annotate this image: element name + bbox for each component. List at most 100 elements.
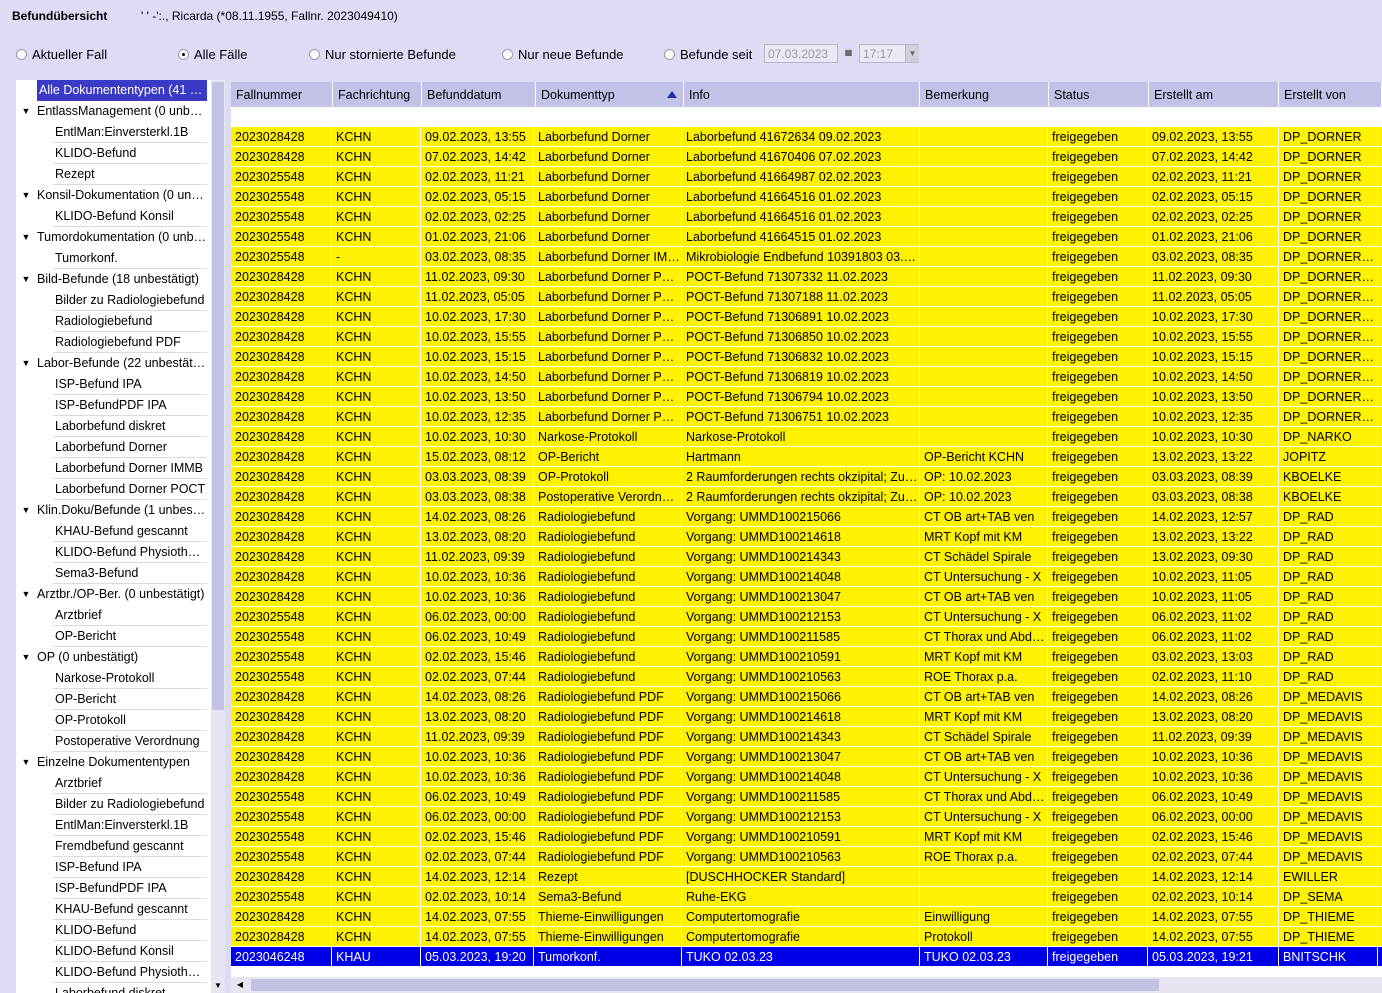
table-row[interactable]: 2023028428 KCHN 10.02.2023, 10:36 Radiologi… bbox=[231, 767, 1382, 787]
table-row[interactable]: 2023025548-03.02.2023, 08:35 Laborbefund … bbox=[231, 247, 1382, 267]
table-row[interactable]: 2023028428 KCHN 15.02.2023, 08:12 OP-Berich… bbox=[231, 447, 1382, 467]
table-row[interactable]: 2023028428 KCHN 10.02.2023, 10:30 Narkose-P… bbox=[231, 427, 1382, 447]
table-row[interactable]: 2023025548 KCHN 02.02.2023, 15:46 Radiologi… bbox=[231, 827, 1382, 847]
tree-item[interactable]: Bilder zu Radiologiebefund bbox=[53, 290, 207, 311]
table-row[interactable]: 2023028428 KCHN 10.02.2023, 10:36 Radiologi… bbox=[231, 587, 1382, 607]
tree-item[interactable]: OP-Bericht bbox=[53, 626, 207, 647]
tree-expand-icon[interactable]: ▼ bbox=[20, 227, 32, 248]
table-row[interactable]: 2023025548 KCHN 06.02.2023, 00:00 Radiologi… bbox=[231, 807, 1382, 827]
tree-expand-icon[interactable]: ▼ bbox=[20, 185, 32, 206]
table-row[interactable]: 2023025548 KCHN 02.02.2023, 07:44 Radiologi… bbox=[231, 667, 1382, 687]
tree-item[interactable]: Arztbrief bbox=[53, 773, 207, 794]
scrollbar-thumb[interactable] bbox=[251, 979, 1159, 991]
table-row[interactable]: 2023028428 KCHN 11.02.2023, 09:39 Radiologi… bbox=[231, 547, 1382, 567]
tree-expand-icon[interactable]: ▼ bbox=[20, 101, 32, 122]
tree-item[interactable]: Postoperative Verordnung bbox=[53, 731, 207, 752]
tree-group-item[interactable]: Bild-Befunde (18 unbestätigt) bbox=[37, 269, 207, 290]
tree-item[interactable]: EntlMan:Einversterkl.1B bbox=[53, 122, 207, 143]
tree-group-item[interactable]: Alle Dokumententypen (41 unbestätigt) bbox=[37, 80, 207, 101]
tree-item[interactable]: ISP-Befund IPA bbox=[53, 857, 207, 878]
column-header[interactable]: Dokumenttyp bbox=[536, 82, 684, 107]
column-header[interactable]: Bemerkung bbox=[920, 82, 1049, 107]
tree-item[interactable]: Laborbefund Dorner IMMB bbox=[53, 458, 207, 479]
table-row[interactable]: 2023025548 KCHN 06.02.2023, 00:00 Radiologi… bbox=[231, 607, 1382, 627]
tree-item[interactable]: ISP-BefundPDF IPA bbox=[53, 878, 207, 899]
tree-item[interactable]: Laborbefund Dorner bbox=[53, 437, 207, 458]
radio-since-date[interactable]: Befunde seit bbox=[664, 47, 752, 62]
table-row[interactable]: 2023025548 KCHN 02.02.2023, 11:21 Laborbefu… bbox=[231, 167, 1382, 187]
grid-filter-row[interactable] bbox=[231, 107, 1382, 128]
tree-item[interactable]: OP-Bericht bbox=[53, 689, 207, 710]
tree-expand-icon[interactable]: ▼ bbox=[20, 752, 32, 773]
tree-expand-icon[interactable]: ▼ bbox=[20, 353, 32, 374]
tree-item[interactable]: KHAU-Befund gescannt bbox=[53, 521, 207, 542]
calendar-icon[interactable]: ▦ bbox=[841, 45, 856, 61]
tree-group-item[interactable]: Labor-Befunde (22 unbestätigt) bbox=[37, 353, 207, 374]
table-row[interactable]: 2023028428 KCHN 03.03.2023, 08:38 Postopera… bbox=[231, 487, 1382, 507]
table-row[interactable]: 2023028428 KCHN 10.02.2023, 14:50 Laborbefu… bbox=[231, 367, 1382, 387]
table-row[interactable]: 2023028428 KCHN 10.02.2023, 15:15 Laborbefu… bbox=[231, 347, 1382, 367]
radio-dot[interactable] bbox=[178, 49, 189, 60]
table-row[interactable]: 2023028428 KCHN 14.02.2023, 08:26 Radiologi… bbox=[231, 687, 1382, 707]
radio-all-cases[interactable]: Alle Fälle bbox=[178, 47, 247, 62]
radio-new-only[interactable]: Nur neue Befunde bbox=[502, 47, 624, 62]
tree-expand-icon[interactable]: ▼ bbox=[20, 647, 32, 668]
tree-item[interactable]: KLIDO-Befund Konsil bbox=[53, 206, 207, 227]
tree-item[interactable]: Radiologiebefund bbox=[53, 311, 207, 332]
tree-scrollbar[interactable]: ▼ bbox=[211, 80, 225, 993]
table-row[interactable]: 2023025548 KCHN 02.02.2023, 10:14 Sema3-Bef… bbox=[231, 887, 1382, 907]
tree-group-item[interactable]: Klin.Doku/Befunde (1 unbestätigt) bbox=[37, 500, 207, 521]
tree-item[interactable]: KLIDO-Befund bbox=[53, 143, 207, 164]
table-row[interactable]: 2023025548 KCHN 02.02.2023, 02:25 Laborbefu… bbox=[231, 207, 1382, 227]
table-row[interactable]: 2023028428 KCHN 11.02.2023, 09:30 Laborbefu… bbox=[231, 267, 1382, 287]
radio-dot[interactable] bbox=[502, 49, 513, 60]
column-header[interactable]: Erstellt am bbox=[1149, 82, 1279, 107]
tree-item[interactable]: Laborbefund diskret bbox=[53, 983, 207, 993]
tree-item[interactable]: ISP-BefundPDF IPA bbox=[53, 395, 207, 416]
column-header[interactable]: Fachrichtung bbox=[333, 82, 422, 107]
radio-current-case[interactable]: Aktueller Fall bbox=[16, 47, 107, 62]
table-row[interactable]: 2023025548 KCHN 06.02.2023, 10:49 Radiologi… bbox=[231, 787, 1382, 807]
chevron-down-icon[interactable]: ▼ bbox=[905, 45, 919, 62]
grid-horizontal-scrollbar[interactable]: ◀ bbox=[231, 977, 1382, 993]
tree-group-item[interactable]: Arztbr./OP-Ber. (0 unbestätigt) bbox=[37, 584, 207, 605]
tree-item[interactable]: Tumorkonf. bbox=[53, 248, 207, 269]
tree-item[interactable]: Fremdbefund gescannt bbox=[53, 836, 207, 857]
tree-item[interactable]: Arztbrief bbox=[53, 605, 207, 626]
table-row[interactable]: 2023028428 KCHN 10.02.2023, 10:36 Radiologi… bbox=[231, 567, 1382, 587]
tree-group-item[interactable]: Konsil-Dokumentation (0 unbestätigt) bbox=[37, 185, 207, 206]
tree-item[interactable]: Rezept bbox=[53, 164, 207, 185]
scroll-left-icon[interactable]: ◀ bbox=[233, 977, 247, 993]
table-row[interactable]: 2023028428 KCHN 03.03.2023, 08:39 OP-Protok… bbox=[231, 467, 1382, 487]
tree-expand-icon[interactable]: ▼ bbox=[20, 269, 32, 290]
table-row[interactable]: 2023028428 KCHN 14.02.2023, 12:14 Rezept [DU… bbox=[231, 867, 1382, 887]
radio-cancelled-only[interactable]: Nur stornierte Befunde bbox=[309, 47, 456, 62]
table-row[interactable]: 2023028428 KCHN 10.02.2023, 12:35 Laborbefu… bbox=[231, 407, 1382, 427]
column-header[interactable]: Befunddatum bbox=[422, 82, 536, 107]
table-row[interactable]: 2023028428 KCHN 10.02.2023, 17:30 Laborbefu… bbox=[231, 307, 1382, 327]
tree-item[interactable]: Sema3-Befund bbox=[53, 563, 207, 584]
table-row[interactable]: 2023025548 KCHN 02.02.2023, 07:44 Radiologi… bbox=[231, 847, 1382, 867]
tree-item[interactable]: Bilder zu Radiologiebefund bbox=[53, 794, 207, 815]
tree-group-item[interactable]: Einzelne Dokumententypen bbox=[37, 752, 207, 773]
tree-item[interactable]: OP-Protokoll bbox=[53, 710, 207, 731]
radio-dot[interactable] bbox=[309, 49, 320, 60]
tree-item[interactable]: Laborbefund diskret bbox=[53, 416, 207, 437]
table-row[interactable]: 2023028428 KCHN 13.02.2023, 08:20 Radiologi… bbox=[231, 707, 1382, 727]
radio-dot[interactable] bbox=[664, 49, 675, 60]
table-row[interactable]: 2023028428 KCHN 10.02.2023, 15:55 Laborbefu… bbox=[231, 327, 1382, 347]
tree-item[interactable]: KLIDO-Befund Physiotherapie bbox=[53, 962, 207, 983]
tree-expand-icon[interactable]: ▼ bbox=[20, 500, 32, 521]
table-row[interactable]: 2023028428 KCHN 09.02.2023, 13:55 Laborbefu… bbox=[231, 127, 1382, 147]
table-row[interactable]: 2023028428 KCHN 10.02.2023, 13:50 Laborbefu… bbox=[231, 387, 1382, 407]
table-row[interactable]: 2023028428 KCHN 14.02.2023, 08:26 Radiologi… bbox=[231, 507, 1382, 527]
tree-item[interactable]: KLIDO-Befund Physiotherapie bbox=[53, 542, 207, 563]
table-row[interactable]: 2023028428 KCHN 11.02.2023, 05:05 Laborbefu… bbox=[231, 287, 1382, 307]
table-row[interactable]: 2023025548 KCHN 06.02.2023, 10:49 Radiologi… bbox=[231, 627, 1382, 647]
tree-item[interactable]: Radiologiebefund PDF bbox=[53, 332, 207, 353]
table-row[interactable]: 2023025548 KCHN 01.02.2023, 21:06 Laborbefu… bbox=[231, 227, 1382, 247]
table-row[interactable]: 2023025548 KCHN 02.02.2023, 05:15 Laborbefu… bbox=[231, 187, 1382, 207]
radio-dot[interactable] bbox=[16, 49, 27, 60]
tree-item[interactable]: Laborbefund Dorner POCT bbox=[53, 479, 207, 500]
column-header[interactable]: Fallnummer bbox=[231, 82, 333, 107]
